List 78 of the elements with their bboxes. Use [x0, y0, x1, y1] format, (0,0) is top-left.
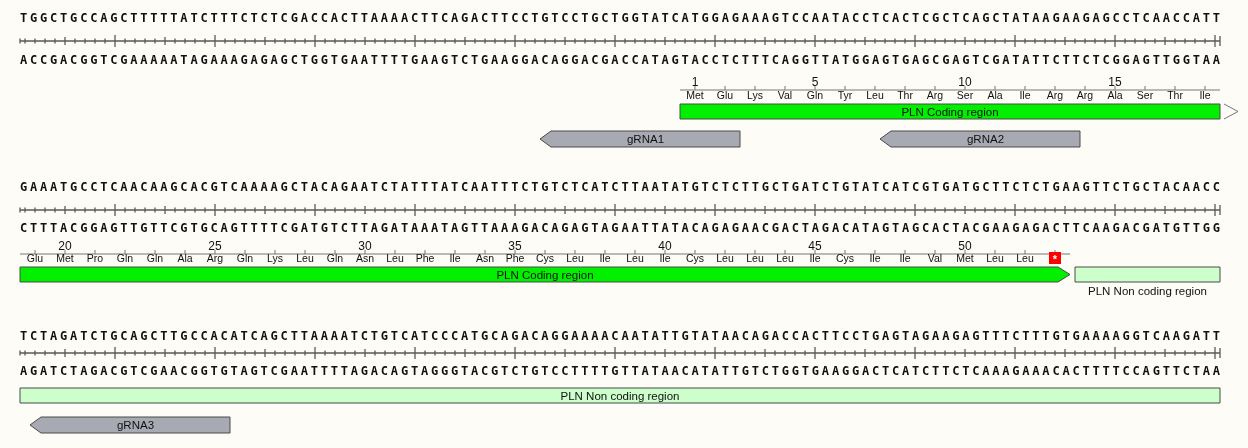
amino-acid: Glu: [716, 89, 734, 101]
amino-acid: Phe: [505, 252, 525, 264]
feature-label: PLN Coding region: [901, 105, 999, 118]
amino-acid: Val: [927, 252, 943, 264]
stop-codon-marker: *: [1049, 252, 1061, 265]
amino-acid: Ile: [449, 252, 461, 264]
amino-acid: Gln: [326, 252, 344, 264]
amino-acid: Met: [56, 252, 74, 264]
amino-acid: Leu: [746, 252, 764, 264]
amino-acid: Ser: [1136, 89, 1154, 101]
amino-acid: Arg: [1076, 89, 1094, 101]
top-strand-sequence: TCTAGATCTGCAGCTTGCCACATCAGCTTAAAATCTGTCATCCCATGCAGACAGGAAAACAATATTGTATAACAGACCACTTCCTGAGTAGAAGAGTTTCTTTGTGAAAAGGTCAAGATT: [20, 329, 1220, 343]
feature-label: gRNA1: [626, 133, 665, 145]
amino-acid: Leu: [1016, 252, 1034, 264]
amino-acid: Leu: [386, 252, 404, 264]
amino-acid: Gln: [146, 252, 164, 264]
amino-acid: Leu: [566, 252, 584, 264]
amino-acid: Arg: [206, 252, 224, 264]
amino-acid: Ile: [1019, 89, 1031, 101]
amino-acid: Leu: [296, 252, 314, 264]
amino-acid: Ile: [659, 252, 671, 264]
bottom-strand-sequence: AGATCTAGACGTCGAACGGTGTAGTCGAATTTTAGACAGTAGGGTACGTCTGTCCTTTTGTTATAACATATTGTCTGGTGAAGGACTCATCTTCTCAAAGAAACACTTTTCCAGTTCTAA: [20, 364, 1220, 378]
residue-number: 25: [208, 239, 222, 253]
bottom-strand-sequence: CTTTACGGAGTTGTTCGTGCAGTTTTCGATGTCTTAGATAAATAGTTAAAGACAGAGTAGAATTATACAGAGAACGACTAGACATAGTAGCACTACGAAGAGACTTCAAGACGATGTTGG: [20, 221, 1220, 235]
amino-acid: Ile: [899, 252, 911, 264]
feature-label: PLN Non coding region: [560, 389, 680, 402]
amino-acid: Ala: [177, 252, 193, 264]
amino-acid: Leu: [776, 252, 794, 264]
residue-number: 20: [58, 239, 72, 253]
amino-acid: Gln: [806, 89, 824, 101]
feature-label: gRNA3: [116, 419, 155, 431]
residue-number: 1: [691, 75, 699, 89]
residue-number: 15: [1108, 75, 1122, 89]
amino-acid: Cys: [535, 252, 555, 264]
bottom-strand-sequence: ACCGACGGTCGAAAAATAGAAAGAGAGCTGGTGAATTTTGAAGTCTGAAGGACAGGACGACCATAGTACCTCTTTCAGGTTATGGAGTGAGCGAGTCGATATTCTTCTCGGAGTTGGTAA: [20, 53, 1220, 67]
amino-acid: Gln: [236, 252, 254, 264]
top-strand-sequence: TGGCTGCCAGCTTTTTATCTTTCTCTCGACCACTTAAAACTTCAGACTTCCTGTCCTGCTGGTATCATGGAGAAAGTCCAATACCTCACTCGCTCAGCTATAAGAAGAGCCTCAACCATT: [20, 11, 1220, 25]
amino-acid: Met: [686, 89, 704, 101]
amino-acid: Ala: [987, 89, 1003, 101]
amino-acid: Met: [956, 252, 974, 264]
top-strand-sequence: GAAATGCCTCAACAAGCACGTCAAAAGCTACAGAATCTATTTATCAATTTCTGTCTCATCTTAATATGTCTCTTGCTGATCTGTATCATCGTGATGCTTCTCTGAAGTTCTGCTACAACC: [20, 180, 1220, 194]
amino-acid: Cys: [685, 252, 705, 264]
amino-acid: Asn: [475, 252, 495, 264]
residue-number: 10: [958, 75, 972, 89]
residue-number: 40: [658, 239, 672, 253]
amino-acid: Thr: [897, 89, 913, 101]
amino-acid: Leu: [986, 252, 1004, 264]
amino-acid: Ile: [809, 252, 821, 264]
amino-acid: Ala: [1107, 89, 1123, 101]
amino-acid: Ile: [599, 252, 611, 264]
residue-number: 50: [958, 239, 972, 253]
amino-acid: Arg: [926, 89, 944, 101]
amino-acid: Leu: [716, 252, 734, 264]
amino-acid: Ser: [956, 89, 974, 101]
amino-acid: Arg: [1046, 89, 1064, 101]
amino-acid: Leu: [626, 252, 644, 264]
amino-acid: Glu: [26, 252, 44, 264]
residue-number: 30: [358, 239, 372, 253]
amino-acid: Ile: [869, 252, 881, 264]
feature-label: PLN Coding region: [496, 268, 594, 281]
amino-acid: Phe: [415, 252, 435, 264]
amino-acid: Leu: [866, 89, 884, 101]
chevron-icon: [1223, 103, 1239, 120]
amino-acid: Cys: [835, 252, 855, 264]
residue-number: 35: [508, 239, 522, 253]
amino-acid: Gln: [116, 252, 134, 264]
amino-acid: Thr: [1167, 89, 1183, 101]
residue-number: 45: [808, 239, 822, 253]
amino-acid: Tyr: [837, 89, 853, 101]
amino-acid: Lys: [267, 252, 283, 264]
feature-label: PLN Non coding region: [1088, 285, 1207, 297]
residue-number: 5: [811, 75, 819, 89]
amino-acid: Val: [777, 89, 793, 101]
amino-acid: Asn: [355, 252, 375, 264]
feature-label: gRNA2: [966, 133, 1005, 145]
amino-acid: Pro: [86, 252, 104, 264]
amino-acid: Ile: [1199, 89, 1211, 101]
amino-acid: Lys: [747, 89, 763, 101]
